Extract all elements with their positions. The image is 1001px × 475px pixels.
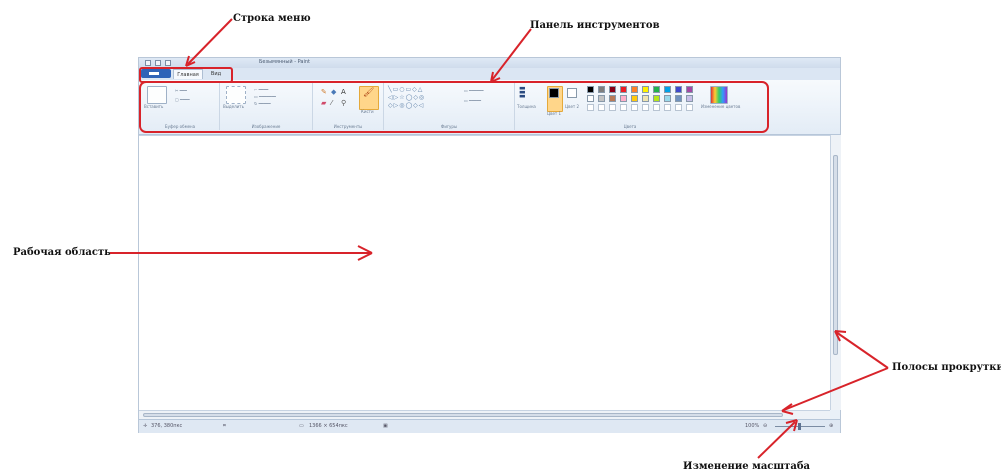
scrollbar-arrow-vertical (835, 331, 889, 369)
menu-bar-arrow (187, 18, 233, 65)
toolbar-arrow (491, 28, 532, 81)
toolbar-highlight (139, 81, 769, 133)
scrollbar-arrow-horizontal (783, 367, 889, 411)
menu-bar-highlight (139, 67, 233, 83)
zoom-arrow (757, 421, 796, 459)
annotation-overlay (110, 18, 889, 459)
